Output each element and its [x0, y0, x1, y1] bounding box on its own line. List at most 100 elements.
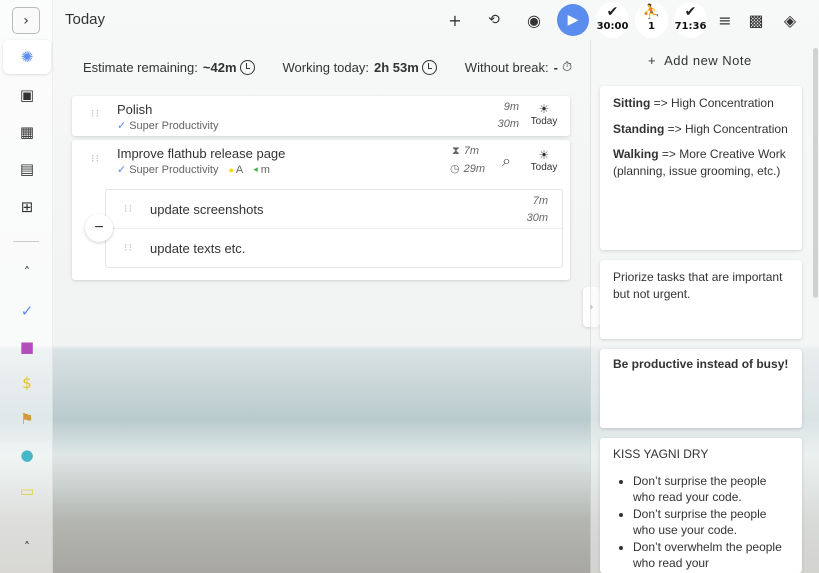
clock-icon: [239, 60, 255, 75]
tag-label: A: [235, 163, 244, 176]
time-estimate[interactable]: 30m: [498, 118, 519, 130]
tracking-time: 71:36: [674, 21, 707, 32]
plus-icon: +: [648, 53, 657, 68]
estimate-value: 29m: [463, 163, 485, 175]
subtask-title[interactable]: update screenshots: [150, 202, 263, 217]
break-stat: Without break: - ⏱: [465, 60, 572, 75]
pomodoro-time: 30:00: [596, 21, 629, 32]
add-note-label: Add new Note: [664, 53, 752, 68]
note-text: => High Concentration: [664, 121, 788, 136]
top-header: Today + ⟲ ◉ ▶ ✔ 30:00 ⛹ 1 ✔ 71:36 ≡ ▩ ◈: [53, 0, 796, 40]
project-dollar-icon[interactable]: $: [3, 366, 51, 400]
attachment-icon[interactable]: ⌕: [502, 151, 511, 171]
time-spent[interactable]: 7m: [533, 195, 548, 207]
project-location-icon[interactable]: ●: [3, 438, 51, 472]
inbox-nav-icon[interactable]: ▣: [3, 78, 51, 112]
task-item[interactable]: ⁝⁝ Polish ✓ Super Productivity 9m 30m ☀ To…: [72, 96, 570, 136]
clock-icon: [421, 60, 437, 75]
check-icon: ✓: [117, 163, 127, 176]
sunrise-icon: ☀: [538, 148, 550, 162]
break-count: 1: [648, 21, 655, 32]
note-bold: Sitting: [613, 96, 651, 110]
project-calendar-icon[interactable]: ▭: [3, 474, 51, 508]
subtask-item[interactable]: ⁝⁝ update texts etc.: [106, 229, 562, 268]
time-spent[interactable]: 9m: [504, 101, 519, 113]
planner-nav-icon[interactable]: ▤: [3, 152, 51, 186]
note-card[interactable]: KISS YAGNI DRY Don’t surprise the people…: [600, 438, 802, 573]
note-line: Standing => High Concentration: [613, 121, 789, 138]
subtask-item[interactable]: ⁝⁝ update screenshots 7m 30m: [106, 190, 562, 229]
pomodoro-timer[interactable]: ✔ 30:00: [596, 2, 629, 38]
estimate-value: ~42m: [202, 60, 237, 75]
time-estimate[interactable]: ◷ 29m: [450, 162, 485, 175]
drag-handle-icon[interactable]: ⁝⁝: [124, 203, 133, 214]
sunrise-icon: ☀: [538, 102, 550, 116]
note-text: Priorize tasks that are important but no…: [613, 270, 783, 301]
project-check-icon[interactable]: ✓: [3, 294, 51, 328]
time-estimate[interactable]: 30m: [527, 212, 548, 224]
hourglass-icon: ⧗: [451, 145, 460, 157]
project-label: Super Productivity: [129, 119, 219, 132]
work-stats: Estimate remaining: ~42m Working today: 2h…: [83, 60, 600, 75]
today-button[interactable]: ☀ Today: [529, 148, 559, 173]
working-stat: Working today: 2h 53m: [283, 60, 437, 75]
note-bold: Walking: [613, 147, 659, 161]
project-briefcase-icon[interactable]: ■: [3, 330, 51, 364]
note-card[interactable]: Priorize tasks that are important but no…: [600, 260, 802, 339]
drag-handle-icon[interactable]: ⁝⁝: [124, 242, 133, 253]
today-nav-icon[interactable]: ✺: [3, 40, 51, 74]
page-title: Today: [65, 11, 106, 28]
notes-scrollbar[interactable]: [813, 48, 818, 298]
collapse-subtasks-button[interactable]: −: [85, 214, 113, 242]
working-label: Working today:: [282, 60, 369, 75]
expand-nav-button[interactable]: ›: [12, 7, 40, 34]
note-line: Walking => More Creative Work (planning,…: [613, 146, 789, 179]
note-line: Sitting => High Concentration: [613, 95, 789, 112]
break-label: Without break:: [464, 60, 549, 75]
note-card[interactable]: Sitting => High Concentration Standing =…: [600, 86, 802, 250]
break-value: -: [553, 60, 558, 75]
note-bold: Standing: [613, 121, 665, 136]
focus-mode-icon[interactable]: ◉: [522, 8, 546, 32]
note-list-item: Don’t overwhelm the people who read your: [633, 539, 789, 572]
collapse-tags-icon[interactable]: ˄: [3, 530, 51, 564]
clock-icon: ◷: [449, 163, 460, 175]
tracking-check-icon: ✔: [684, 4, 697, 20]
add-note-button[interactable]: + Add new Note: [648, 53, 752, 68]
note-list-item: Don’t surprise the people who read your …: [633, 473, 789, 506]
subtask-title[interactable]: update texts etc.: [150, 241, 245, 256]
subtask-list: ⁝⁝ update screenshots 7m 30m ⁝⁝ update t…: [105, 189, 563, 268]
estimate-stat: Estimate remaining: ~42m: [83, 60, 255, 75]
today-label: Today: [530, 162, 558, 173]
project-label: Super Productivity: [129, 163, 219, 176]
pomodoro-check-icon: ✔: [606, 4, 619, 20]
tracking-timer[interactable]: ✔ 71:36: [674, 2, 707, 38]
working-value: 2h 53m: [373, 60, 419, 75]
add-widget-icon[interactable]: ▩: [744, 8, 768, 32]
stopwatch-icon: ⏱: [561, 60, 573, 75]
sync-off-icon[interactable]: ⟲: [482, 8, 506, 32]
notes-toggle-icon[interactable]: ◈: [778, 8, 802, 32]
schedule-nav-icon[interactable]: ▦: [3, 115, 51, 149]
project-flag-icon[interactable]: ⚑: [3, 402, 51, 436]
drag-handle-icon[interactable]: ⁝⁝: [91, 108, 100, 119]
side-nav: › ✺ ▣ ▦ ▤ ⊞ ˄ ✓ ■ $ ⚑ ● ▭ ˄: [0, 0, 53, 573]
time-spent[interactable]: ⧗ 7m: [452, 145, 479, 158]
task-title[interactable]: Improve flathub release page: [117, 146, 285, 161]
task-title[interactable]: Polish: [117, 102, 152, 117]
break-counter[interactable]: ⛹ 1: [635, 2, 668, 38]
note-card[interactable]: Be productive instead of busy!: [600, 349, 802, 428]
play-button[interactable]: ▶: [557, 4, 589, 36]
project-tag: ✓ Super Productivity ● A ◂ m: [117, 163, 270, 176]
drag-handle-icon[interactable]: ⁝⁝: [91, 153, 100, 164]
tag-flag-icon: ◂: [253, 164, 258, 174]
boards-nav-icon[interactable]: ⊞: [3, 190, 51, 224]
today-button[interactable]: ☀ Today: [529, 102, 559, 127]
filter-icon[interactable]: ≡: [713, 8, 737, 32]
note-bold: Be productive instead of busy!: [613, 357, 789, 371]
note-list: Don’t surprise the people who read your …: [633, 473, 789, 572]
today-label: Today: [530, 116, 558, 127]
add-task-icon[interactable]: +: [443, 8, 467, 32]
collapse-projects-icon[interactable]: ˄: [3, 255, 51, 289]
tag-dot-icon: ●: [228, 164, 234, 175]
